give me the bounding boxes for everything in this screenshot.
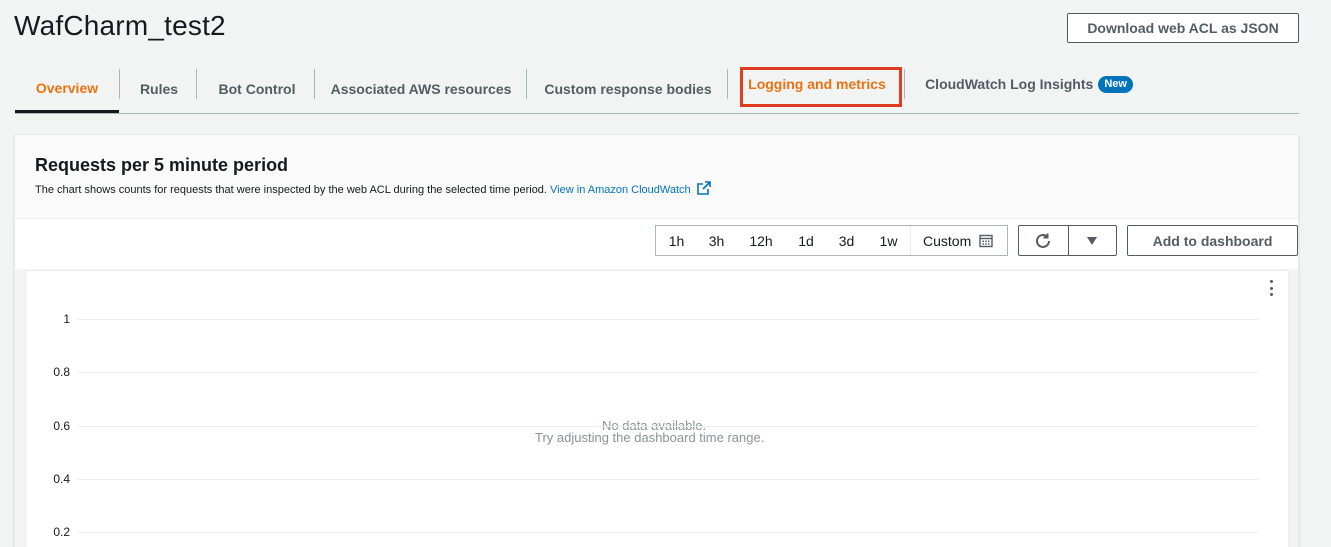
tab-bot-control[interactable]: Bot Control: [203, 66, 311, 112]
refresh-control: [1018, 225, 1117, 256]
view-in-cloudwatch-link[interactable]: View in Amazon CloudWatch: [550, 184, 691, 196]
tab-bar: Overview Rules Bot Control Associated AW…: [15, 66, 1299, 114]
gridline: [78, 372, 1258, 374]
tab-divider: [526, 69, 527, 99]
tab-divider: [314, 69, 315, 99]
tab-custom-response-bodies[interactable]: Custom response bodies: [533, 66, 723, 112]
time-range-1w[interactable]: 1w: [867, 226, 910, 255]
requests-panel: Requests per 5 minute period The chart s…: [14, 134, 1299, 547]
gridline: [78, 319, 1258, 320]
time-range-3d[interactable]: 3d: [826, 226, 867, 255]
panel-title: Requests per 5 minute period: [35, 155, 289, 175]
refresh-icon: [1034, 232, 1052, 250]
tab-divider: [727, 69, 728, 99]
page-title: WafCharm_test2: [14, 10, 226, 41]
tab-divider: [904, 69, 905, 99]
panel-description: The chart shows counts for requests that…: [35, 181, 711, 198]
time-range-1h[interactable]: 1h: [656, 226, 697, 255]
description-text: The chart shows counts for requests that…: [35, 184, 547, 196]
y-axis-tick-label: 0.8: [53, 365, 70, 380]
time-range-12h[interactable]: 12h: [736, 226, 786, 255]
external-link-icon[interactable]: [696, 181, 711, 198]
time-range-1d[interactable]: 1d: [786, 226, 826, 255]
refresh-button[interactable]: [1019, 226, 1068, 255]
no-data-hint: Try adjusting the dashboard time range.: [535, 430, 765, 445]
tab-divider: [119, 69, 120, 99]
y-axis-tick-label: 1: [63, 312, 70, 326]
refresh-options-dropdown[interactable]: [1067, 226, 1117, 255]
y-axis-tick-label: 0.2: [53, 525, 70, 540]
caret-down-icon: [1086, 236, 1098, 246]
new-badge: New: [1098, 75, 1133, 93]
custom-label: Custom: [923, 232, 972, 249]
highlight-annotation-box: [740, 67, 902, 107]
panel-header: Requests per 5 minute period The chart s…: [15, 135, 1298, 219]
download-web-acl-json-button[interactable]: Download web ACL as JSON: [1067, 13, 1299, 43]
tab-label: CloudWatch Log Insights: [925, 76, 1094, 92]
chart-toolbar: 1h 3h 12h 1d 3d 1w Custom Add to dashboa…: [15, 219, 1298, 269]
tab-overview[interactable]: Overview: [15, 66, 119, 113]
tab-cloudwatch-log-insights[interactable]: CloudWatch Log Insights New: [920, 66, 1138, 102]
gridline: [78, 425, 1258, 427]
time-range-3h[interactable]: 3h: [697, 226, 736, 255]
widget-actions-menu-icon[interactable]: [1266, 280, 1276, 296]
y-axis-tick-label: 0.4: [53, 471, 70, 486]
calendar-icon: [979, 234, 993, 248]
tab-divider: [196, 69, 197, 99]
add-to-dashboard-button[interactable]: Add to dashboard: [1127, 225, 1298, 256]
time-range-selector: 1h 3h 12h 1d 3d 1w Custom: [655, 225, 1008, 256]
tab-rules[interactable]: Rules: [125, 66, 193, 112]
tab-associated-aws-resources[interactable]: Associated AWS resources: [323, 66, 519, 112]
y-axis-tick-label: 0.6: [53, 418, 70, 433]
time-range-custom[interactable]: Custom: [910, 226, 1007, 255]
gridline: [78, 478, 1258, 480]
gridline: [78, 532, 1258, 534]
chart-widget: No data available. Try adjusting the das…: [25, 270, 1289, 547]
